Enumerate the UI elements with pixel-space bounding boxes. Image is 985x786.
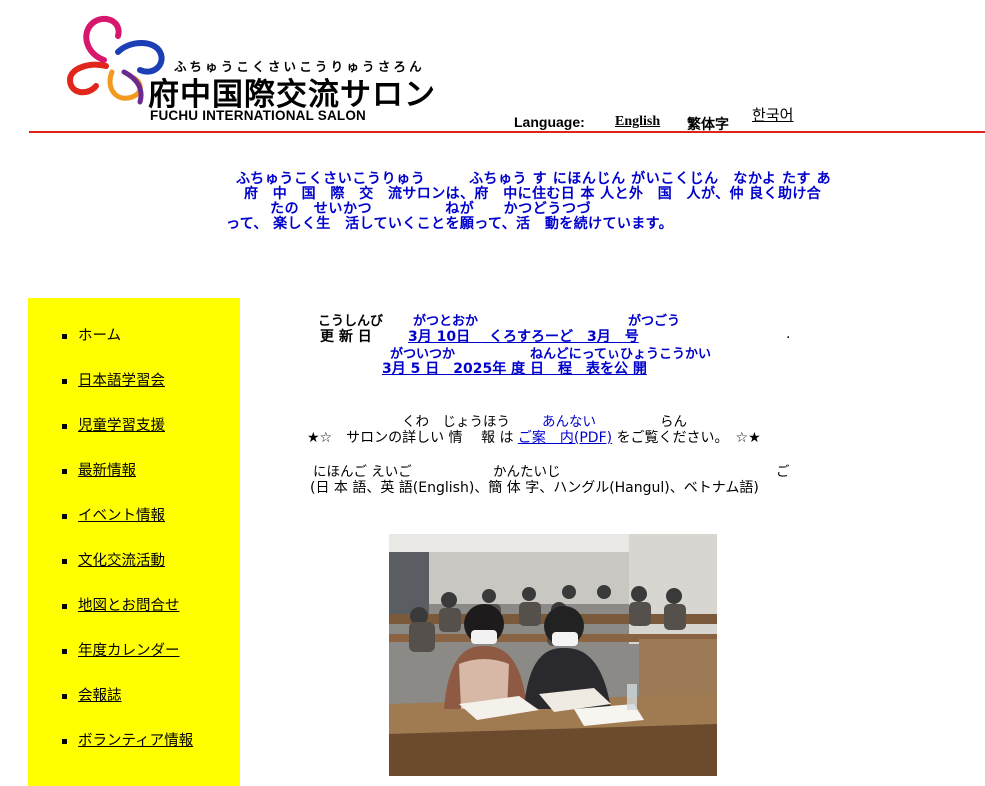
intro-text-line-1: 府 中 国 際 交 流サロンは、府 中に住む日 本 人と外 国 人が、仲 良く助… — [244, 186, 822, 202]
sidebar-nav: ホーム 日本語学習会 児童学習支援 最新情報 イベント情報 文化交流活動 地図と… — [28, 298, 240, 786]
intro-text: ふちゅうこくさいこうりゅう ふちゅう す にほんじん がいこくじん なかよ たす… — [226, 172, 886, 232]
classroom-photo — [389, 534, 717, 776]
sidebar-item-japanese-class[interactable]: 日本語学習会 — [28, 367, 240, 412]
sidebar-item-map-contact[interactable]: 地図とお問合せ — [28, 592, 240, 637]
header-divider — [29, 131, 985, 133]
sidebar-item-label[interactable]: 最新情報 — [78, 463, 136, 479]
sidebar-item-label[interactable]: 会報誌 — [78, 688, 122, 704]
sidebar-item-home[interactable]: ホーム — [28, 322, 240, 367]
sidebar-item-label[interactable]: 地図とお問合せ — [78, 598, 180, 614]
intro-ruby-line-1: ふちゅうこくさいこうりゅう ふちゅう す にほんじん がいこくじん なかよ たす… — [236, 171, 832, 187]
sidebar-item-label[interactable]: イベント情報 — [78, 508, 165, 524]
main-content: こうしんび がつとおか がつごう 更 新 日 3月 10日 くろすろーど 3月 … — [240, 298, 985, 786]
sidebar-item-label[interactable]: 文化交流活動 — [78, 553, 165, 569]
sidebar-item-child-support[interactable]: 児童学習支援 — [28, 412, 240, 457]
sidebar-item-label[interactable]: 年度カレンダー — [78, 643, 180, 659]
guide-suffix: をご覧ください。 ☆★ — [616, 430, 761, 446]
sidebar-item-calendar[interactable]: 年度カレンダー — [28, 637, 240, 682]
language-link-english[interactable]: English — [615, 114, 660, 130]
update-dot: . — [786, 326, 791, 342]
language-link-korean[interactable]: 한국어 — [752, 104, 793, 125]
sidebar-item-news[interactable]: 最新情報 — [28, 457, 240, 502]
sidebar-item-volunteer[interactable]: ボランティア情報 — [28, 727, 240, 772]
sidebar-item-label[interactable]: 児童学習支援 — [78, 418, 165, 434]
schedule-link[interactable]: 3月 5 日 2025年 度 日 程 表を公 開 — [382, 358, 647, 378]
sidebar-item-label[interactable]: ホーム — [78, 328, 121, 344]
langs-ruby-c: ご — [776, 464, 790, 480]
guide-prefix: ★☆ サロンの詳しい 情 報 は — [307, 430, 514, 446]
sidebar-item-events[interactable]: イベント情報 — [28, 502, 240, 547]
language-label: Language: — [514, 114, 585, 130]
classroom-photo-image — [389, 534, 717, 776]
sidebar-item-label[interactable]: ボランティア情報 — [78, 733, 193, 749]
sidebar-item-culture[interactable]: 文化交流活動 — [28, 547, 240, 592]
sidebar-item-label[interactable]: 日本語学習会 — [78, 373, 165, 389]
update-date-label: 更 新 日 — [320, 329, 372, 345]
guide-line: ★☆ サロンの詳しい 情 報 は ご案 内(PDF) をご覧ください。 ☆★ — [307, 427, 761, 447]
guide-pdf-link[interactable]: ご案 内(PDF) — [518, 430, 612, 446]
languages-note: (日 本 語、英 語(English)、簡 体 字、ハングル(Hangul)、ベ… — [310, 480, 759, 496]
sidebar-item-newsletter[interactable]: 会報誌 — [28, 682, 240, 727]
language-bar: Language: English 繁体字 한국어 — [0, 104, 985, 133]
intro-ruby-line-2: たの せいかつ ねが かつどうつづ — [270, 201, 592, 217]
intro-text-line-2: って、 楽しく生 活していくことを願って、活 動を続けています。 — [226, 216, 674, 232]
